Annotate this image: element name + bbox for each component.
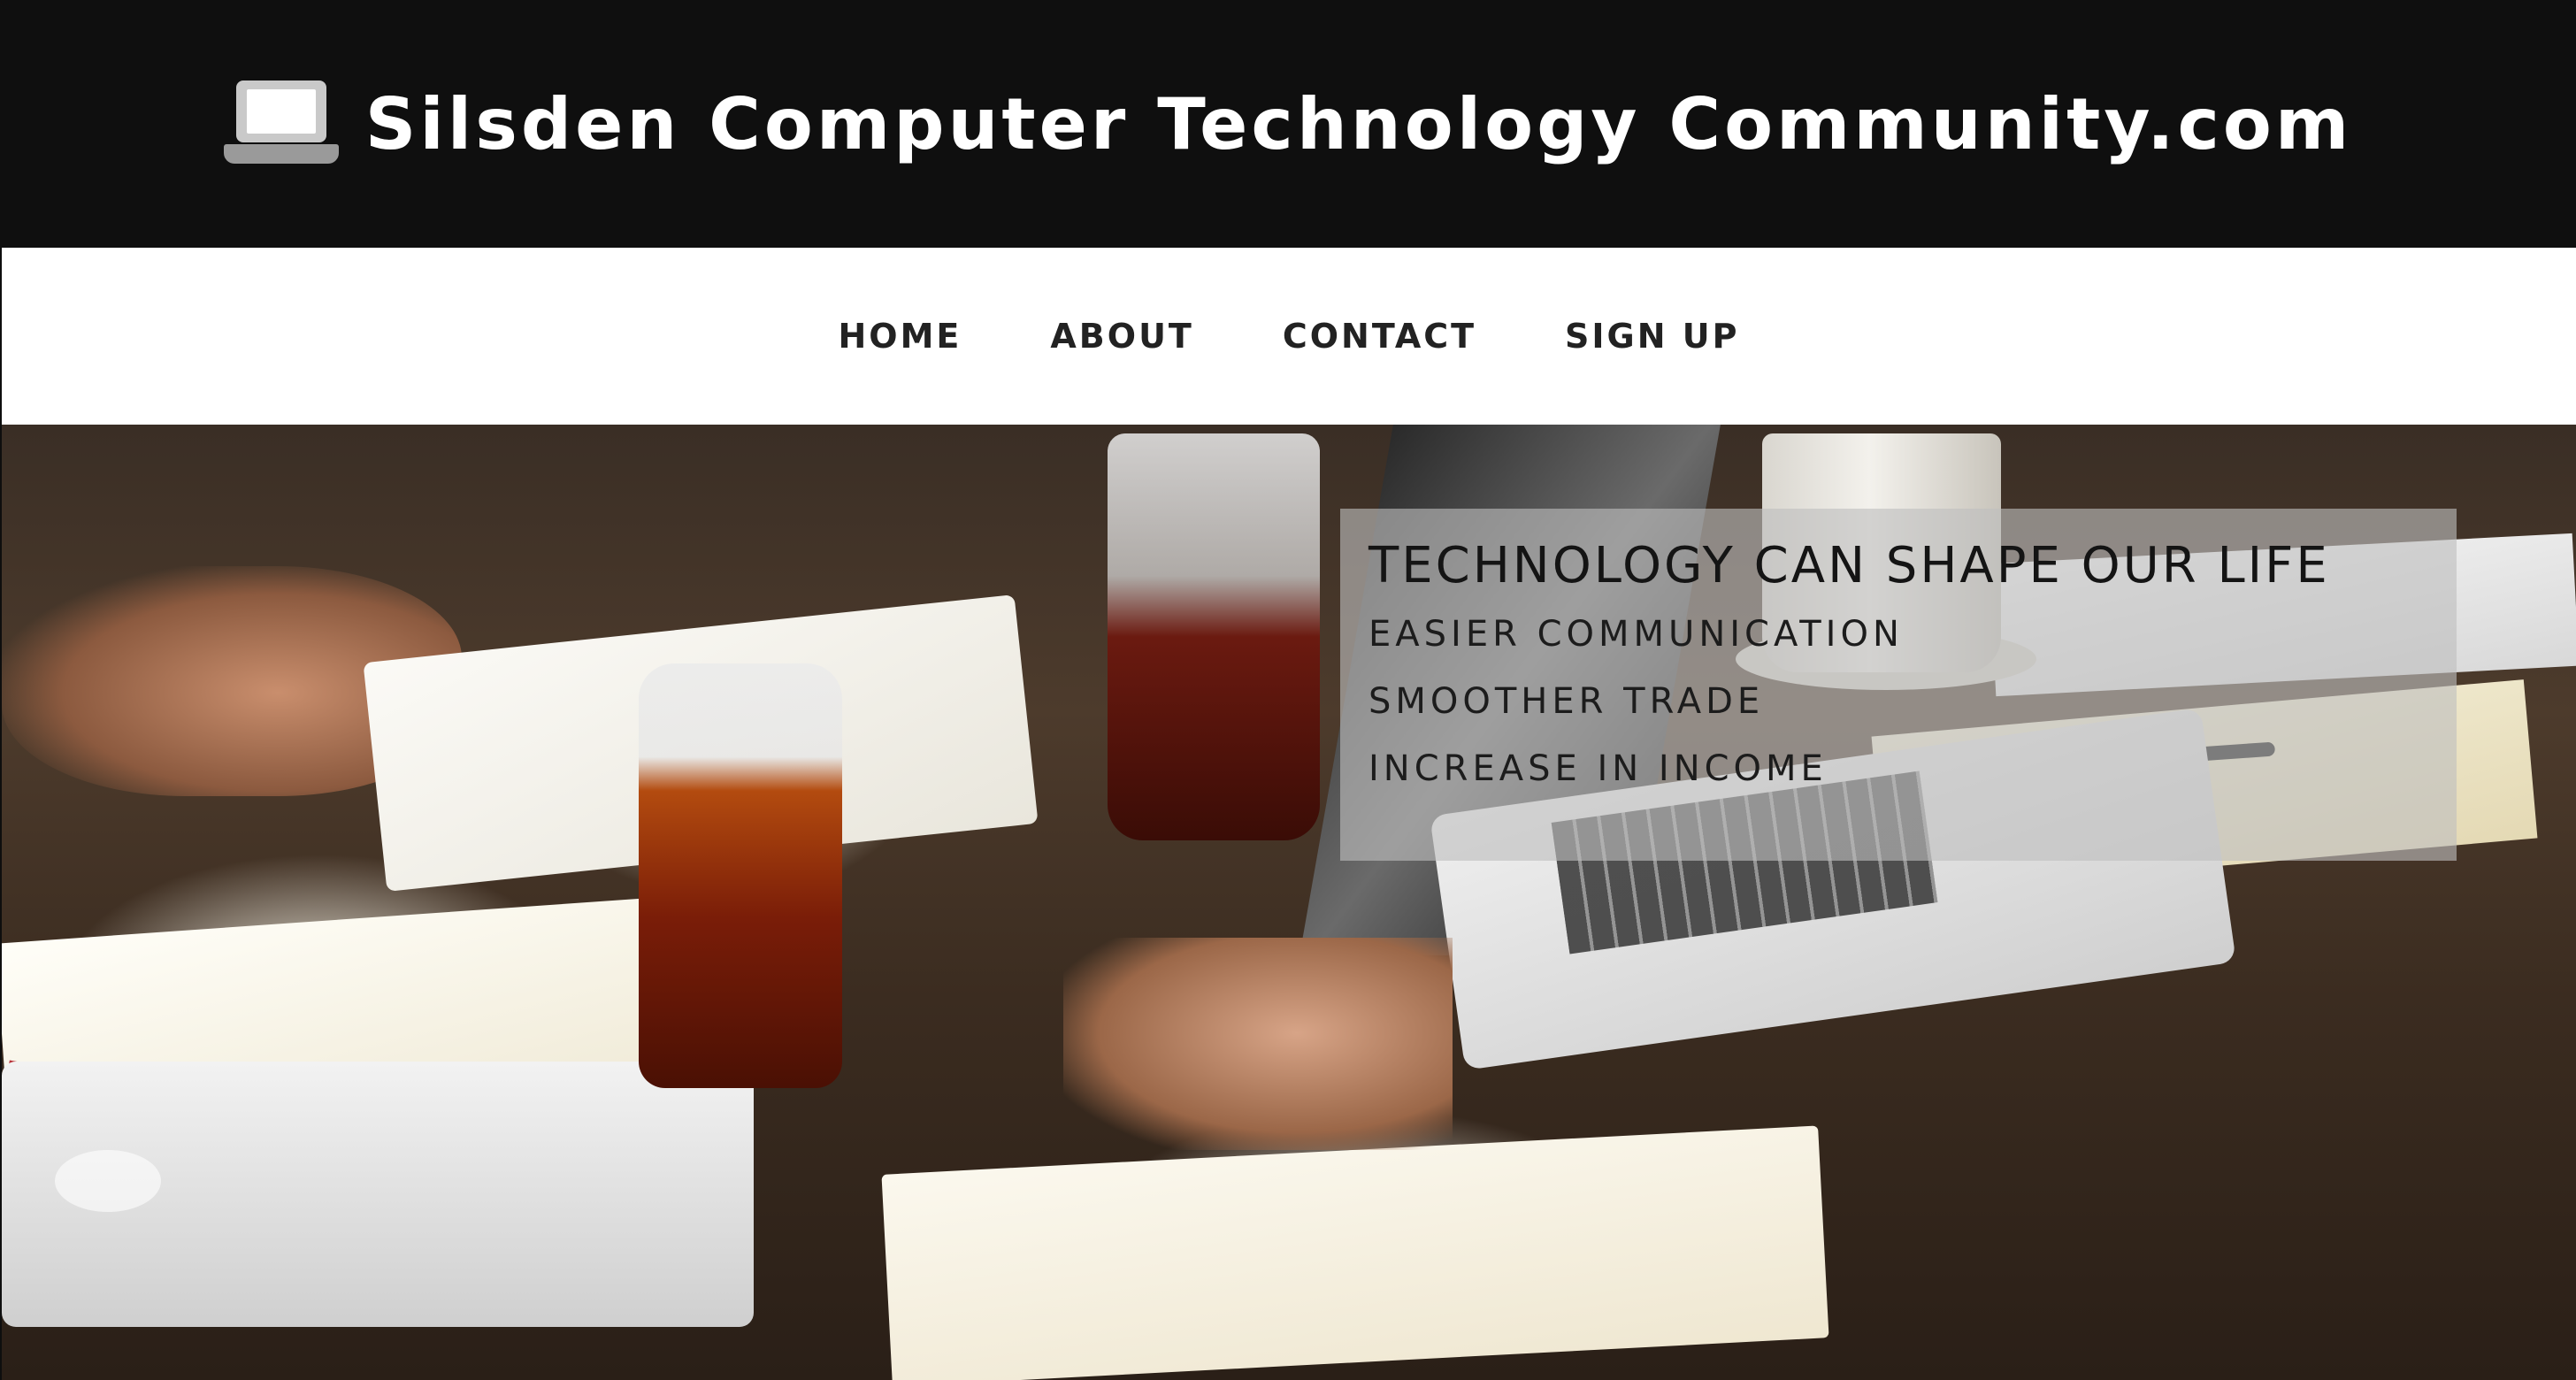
caption-line-trade: SMOOTHER TRADE [1368,681,1765,722]
hand-with-pen [1063,938,1453,1150]
site-title[interactable]: Silsden Computer Technology Community.co… [365,83,2353,165]
caption-line-income: INCREASE IN INCOME [1368,748,1828,789]
brand[interactable]: Silsden Computer Technology Community.co… [223,80,2353,167]
iced-tea-jar [639,663,842,1088]
caption-line-communication: EASIER COMMUNICATION [1368,614,1904,655]
caption-title: TECHNOLOGY CAN SHAPE OUR LIFE [1368,537,2330,594]
nav-about-link[interactable]: ABOUT [1050,317,1193,356]
apple-logo-icon [55,1150,161,1212]
nav-home-link[interactable]: HOME [839,317,962,356]
nav-signup-link[interactable]: SIGN UP [1565,317,1739,356]
laptop-icon [223,80,339,167]
main-nav: HOME ABOUT CONTACT SIGN UP [2,248,2576,425]
drink-glass [1108,433,1320,840]
hero-caption: TECHNOLOGY CAN SHAPE OUR LIFE EASIER COM… [1340,509,2457,861]
nav-contact-link[interactable]: CONTACT [1283,317,1476,356]
notebook [881,1125,1829,1380]
site-header: Silsden Computer Technology Community.co… [0,0,2576,248]
